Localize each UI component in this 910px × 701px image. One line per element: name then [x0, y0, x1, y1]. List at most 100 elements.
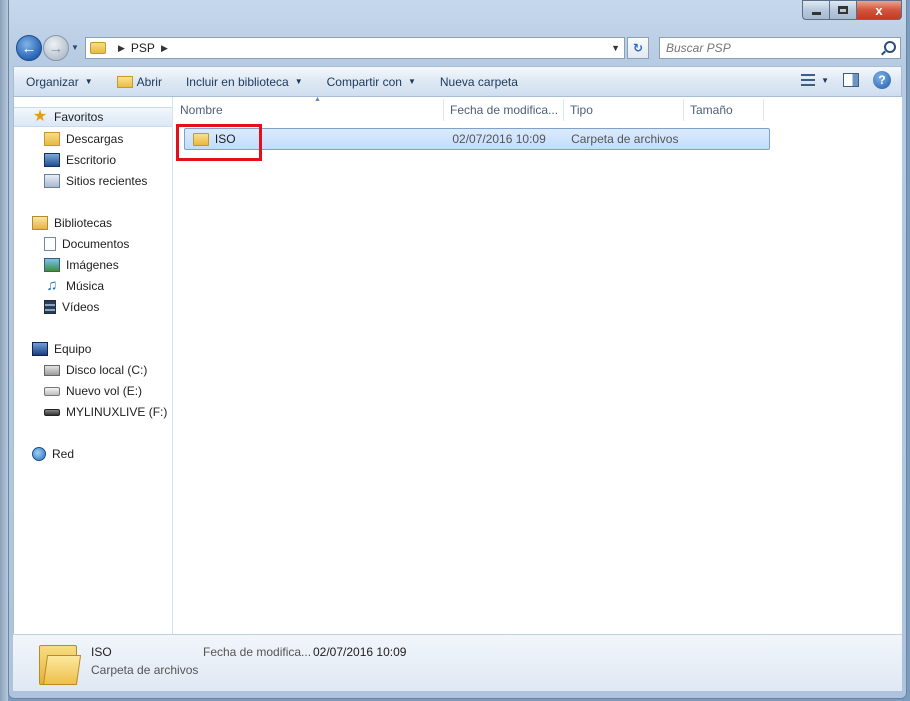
nav-network-label: Red: [52, 447, 75, 461]
computer-icon: [32, 342, 48, 356]
sort-up-icon: ▲: [314, 96, 321, 103]
address-row: ← → ▼ ▶ PSP ▶ ▼ ↻: [13, 32, 902, 62]
column-headers: ▲ Nombre Fecha de modifica... Tipo Tamañ…: [174, 96, 764, 121]
column-header-type[interactable]: Tipo: [564, 99, 684, 121]
maximize-icon: [838, 6, 848, 14]
new-folder-label: Nueva carpeta: [439, 74, 518, 89]
arrow-left-icon: ←: [21, 39, 37, 57]
refresh-icon: ↻: [632, 41, 644, 55]
open-label: Abrir: [136, 74, 162, 89]
file-row-iso[interactable]: ISO 02/07/2016 10:09 Carpeta de archivos: [184, 128, 770, 150]
background-window-edge: [0, 0, 8, 701]
include-library-button[interactable]: Incluir en biblioteca ▼: [174, 69, 315, 95]
details-name: ISO: [91, 645, 112, 659]
preview-pane-icon[interactable]: [843, 73, 859, 87]
large-folder-icon: [39, 641, 82, 685]
view-controls: ▼ ?: [801, 71, 891, 89]
include-library-label: Incluir en biblioteca: [185, 74, 289, 89]
explorer-window: x ← → ▼ ▶ PSP ▶ ▼ ↻ Organizar ▼: [8, 0, 907, 699]
minimize-button[interactable]: [802, 0, 829, 20]
nav-item-label: Sitios recientes: [66, 174, 148, 188]
maximize-button[interactable]: [829, 0, 856, 20]
libraries-icon: [32, 216, 48, 230]
nav-item-videos[interactable]: Vídeos: [14, 297, 99, 317]
column-header-size[interactable]: Tamaño: [684, 99, 764, 121]
view-dropdown-icon[interactable]: ▼: [821, 76, 829, 85]
nav-item-recent-places[interactable]: Sitios recientes: [14, 171, 147, 191]
nav-computer[interactable]: Equipo: [14, 339, 91, 359]
forward-button[interactable]: →: [43, 35, 69, 61]
star-icon: ★: [32, 108, 48, 125]
network-icon: [32, 447, 46, 461]
address-dropdown-icon[interactable]: ▼: [611, 43, 620, 53]
breadcrumb-chevron-icon[interactable]: ▶: [118, 43, 125, 54]
file-type: Carpeta de archivos: [571, 132, 679, 146]
nav-item-desktop[interactable]: Escritorio: [14, 150, 116, 170]
address-bar[interactable]: ▶ PSP ▶ ▼: [85, 37, 625, 59]
view-list-icon[interactable]: [801, 74, 816, 86]
details-type: Carpeta de archivos: [91, 663, 199, 677]
close-button[interactable]: x: [856, 0, 902, 20]
search-icon[interactable]: [884, 41, 896, 53]
recent-places-icon: [44, 174, 60, 188]
close-icon: x: [875, 2, 883, 18]
nav-item-label: Vídeos: [62, 300, 100, 314]
nav-computer-label: Equipo: [54, 342, 92, 356]
nav-libraries[interactable]: Bibliotecas: [14, 213, 112, 233]
share-button[interactable]: Compartir con ▼: [315, 69, 428, 95]
minimize-icon: [811, 11, 821, 15]
documents-icon: [44, 237, 56, 251]
back-button[interactable]: ←: [16, 35, 42, 61]
command-bar: Organizar ▼ Abrir Incluir en biblioteca …: [13, 66, 902, 97]
chevron-down-icon: ▼: [294, 77, 303, 86]
nav-item-drive-e[interactable]: Nuevo vol (E:): [14, 381, 142, 401]
column-header-label: Fecha de modifica...: [450, 103, 559, 117]
nav-item-label: Descargas: [66, 132, 124, 146]
nav-item-label: MYLINUXLIVE (F:): [66, 405, 168, 419]
usb-drive-icon: [44, 408, 60, 416]
chevron-down-icon: ▼: [407, 77, 416, 86]
nav-favorites-label: Favoritos: [54, 110, 104, 124]
nav-item-label: Música: [66, 279, 105, 293]
new-folder-button[interactable]: Nueva carpeta: [428, 69, 530, 95]
nav-favorites[interactable]: ★ Favoritos: [14, 107, 172, 127]
nav-item-music[interactable]: ♫ Música: [14, 276, 104, 296]
help-icon[interactable]: ?: [873, 71, 891, 89]
column-header-label: Nombre: [180, 103, 223, 117]
nav-libraries-label: Bibliotecas: [54, 216, 113, 230]
details-date-value: 02/07/2016 10:09: [313, 645, 407, 659]
pictures-icon: [44, 258, 60, 272]
share-label: Compartir con: [326, 74, 402, 89]
breadcrumb-item-psp[interactable]: PSP: [131, 41, 155, 55]
navigation-pane: ★ Favoritos Descargas Escritorio Sitios …: [14, 97, 173, 634]
file-date: 02/07/2016 10:09: [452, 132, 546, 146]
desktop-icon: [44, 153, 60, 167]
nav-item-drive-c[interactable]: Disco local (C:): [14, 360, 147, 380]
nav-item-drive-f[interactable]: MYLINUXLIVE (F:): [14, 402, 167, 422]
organize-button[interactable]: Organizar ▼: [14, 69, 105, 95]
refresh-button[interactable]: ↻: [627, 37, 649, 59]
nav-item-pictures[interactable]: Imágenes: [14, 255, 119, 275]
nav-item-label: Disco local (C:): [66, 363, 148, 377]
open-button[interactable]: Abrir: [105, 69, 174, 95]
folder-icon: [90, 42, 106, 54]
breadcrumb-chevron-icon[interactable]: ▶: [161, 43, 168, 54]
recent-pages-dropdown[interactable]: ▼: [71, 43, 79, 52]
main-area: ★ Favoritos Descargas Escritorio Sitios …: [13, 96, 902, 634]
column-header-name[interactable]: ▲ Nombre: [174, 96, 444, 121]
nav-item-downloads[interactable]: Descargas: [14, 129, 123, 149]
nav-network[interactable]: Red: [14, 444, 74, 464]
search-input[interactable]: [666, 41, 866, 55]
column-header-label: Tamaño: [690, 103, 733, 117]
nav-item-documents[interactable]: Documentos: [14, 234, 129, 254]
film-icon: [44, 300, 56, 314]
column-header-date[interactable]: Fecha de modifica...: [444, 99, 564, 121]
organize-label: Organizar: [26, 74, 79, 89]
music-note-icon: ♫: [46, 277, 58, 294]
column-header-label: Tipo: [570, 103, 593, 117]
search-box[interactable]: [659, 37, 901, 59]
open-folder-icon: [116, 75, 133, 88]
details-pane: ISO Carpeta de archivos Fecha de modific…: [13, 634, 902, 691]
caption-buttons: x: [802, 0, 902, 20]
details-date-label: Fecha de modifica...: [203, 645, 312, 659]
